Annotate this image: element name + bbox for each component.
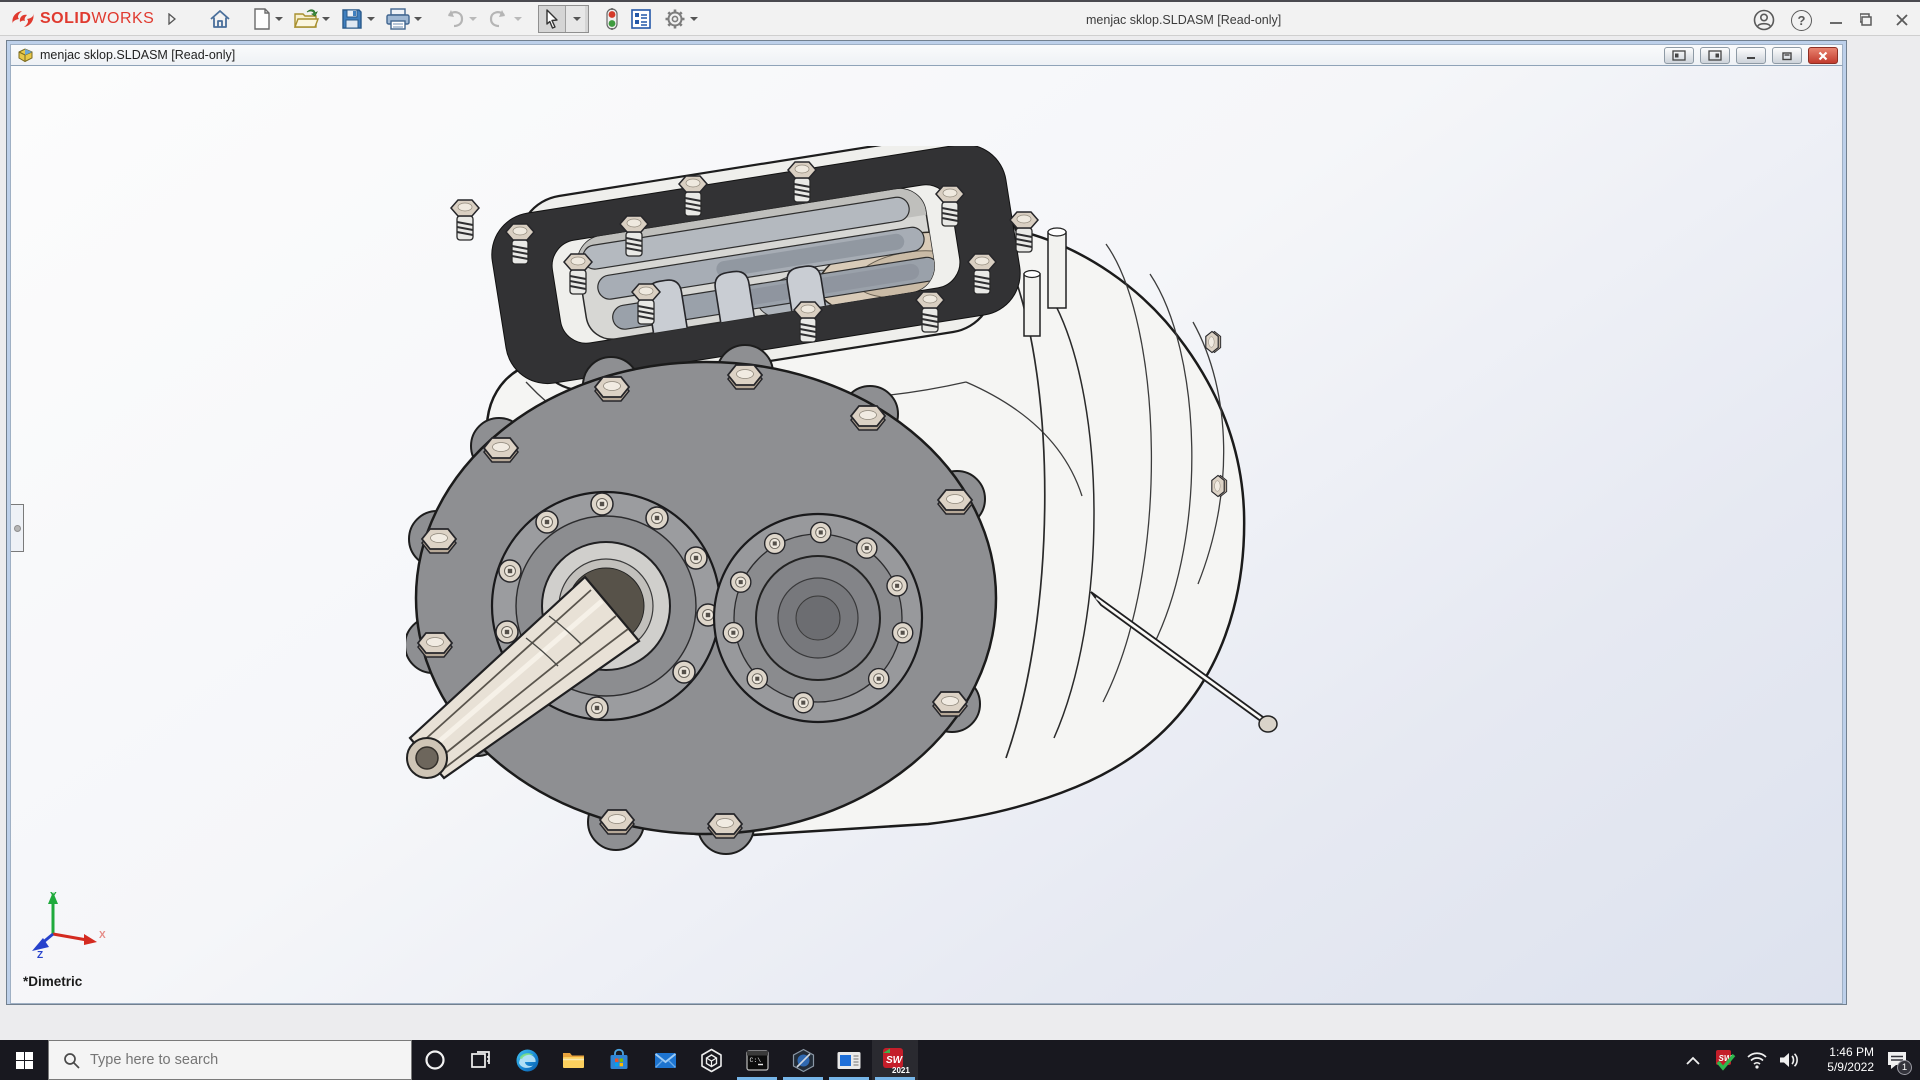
brand-name-light: WORKS [91, 10, 154, 27]
account-icon[interactable] [1753, 9, 1775, 31]
brand-name-bold: SOLID [40, 10, 91, 27]
app-title: menjac sklop.SLDASM [Read-only] [1086, 2, 1281, 38]
graphics-viewport[interactable]: Y X Z *Dimetric [10, 66, 1843, 1004]
triad-y-label: Y [50, 891, 57, 902]
toggle-left-pane-button[interactable] [1664, 47, 1694, 64]
select-tool-button[interactable] [538, 5, 589, 33]
property-form-button[interactable] [625, 5, 657, 33]
menu-flyout-arrow[interactable] [168, 13, 176, 25]
action-center-button[interactable]: 1 [1880, 1040, 1914, 1080]
redo-dropdown[interactable] [514, 17, 522, 21]
undo-dropdown[interactable] [469, 17, 477, 21]
tray-wifi-icon[interactable] [1744, 1040, 1770, 1080]
tray-solidworks-icon[interactable]: SW [1712, 1040, 1738, 1080]
orientation-triad: Y X Z [29, 888, 113, 960]
file-explorer-icon [561, 1048, 586, 1073]
solidworks-brand: SOLIDWORKS [10, 8, 154, 30]
edge-icon [515, 1048, 540, 1073]
search-input[interactable] [90, 1052, 340, 1068]
media-app-icon [836, 1048, 862, 1073]
document-window-buttons [1664, 47, 1838, 64]
solidworks-logo-icon [10, 8, 36, 30]
doc-minimize-button[interactable] [1736, 47, 1766, 64]
new-document-dropdown[interactable] [275, 17, 283, 21]
taskbar-store-button[interactable] [596, 1040, 642, 1080]
task-view-icon [470, 1049, 492, 1071]
help-icon[interactable]: ? [1791, 10, 1812, 31]
taskbar-mail-button[interactable] [642, 1040, 688, 1080]
taskbar-cortana-button[interactable] [412, 1040, 458, 1080]
taskbar-edge-button[interactable] [504, 1040, 550, 1080]
taskbar-media-app-button[interactable] [826, 1040, 872, 1080]
taskbar-task-view-button[interactable] [458, 1040, 504, 1080]
print-button[interactable] [381, 5, 426, 33]
rebuild-button[interactable] [601, 5, 623, 33]
taskbar-solidworks-button[interactable]: SW 2021 [872, 1040, 918, 1080]
document-titlebar[interactable]: menjac sklop.SLDASM [Read-only] [10, 44, 1843, 66]
redo-button[interactable] [483, 5, 526, 33]
system-tray: SW 1:46 PM 5/9/2022 1 [1680, 1040, 1920, 1080]
options-gear-button[interactable] [659, 5, 702, 33]
taskbar-3d-viewer-button[interactable] [688, 1040, 734, 1080]
taskbar-command-prompt-button[interactable]: C:\ [734, 1040, 780, 1080]
doc-close-button[interactable] [1808, 47, 1838, 64]
mail-icon [653, 1048, 678, 1073]
panel-expand-handle [14, 525, 21, 532]
windows-taskbar: C:\ SW 2021 SW 1:46 PM 5/9/2022 [0, 1040, 1920, 1080]
hexagon-app-icon [791, 1048, 816, 1073]
document-title: menjac sklop.SLDASM [Read-only] [40, 48, 235, 62]
select-tool-dropdown[interactable] [565, 6, 585, 32]
taskbar-file-explorer-button[interactable] [550, 1040, 596, 1080]
sw-logo-text: SW [886, 1055, 904, 1066]
save-button[interactable] [336, 5, 379, 33]
app-titlebar: SOLIDWORKS [0, 0, 1920, 36]
gearbox-3d-model [406, 146, 1306, 896]
triad-z-label: Z [37, 950, 43, 960]
brand-name: SOLIDWORKS [40, 10, 154, 28]
open-dropdown[interactable] [322, 17, 330, 21]
close-button[interactable] [1894, 12, 1910, 28]
document-window: menjac sklop.SLDASM [Read-only] [6, 40, 1847, 1005]
options-dropdown[interactable] [690, 17, 698, 21]
clock-time: 1:46 PM [1808, 1045, 1874, 1060]
help-glyph: ? [1798, 13, 1806, 28]
save-dropdown[interactable] [367, 17, 375, 21]
toggle-right-pane-button[interactable] [1700, 47, 1730, 64]
tray-chevron-icon[interactable] [1680, 1040, 1706, 1080]
command-prompt-icon: C:\ [745, 1048, 770, 1073]
doc-restore-button[interactable] [1772, 47, 1802, 64]
new-document-button[interactable] [248, 5, 287, 33]
open-button[interactable] [289, 5, 334, 33]
print-dropdown[interactable] [414, 17, 422, 21]
taskbar-search[interactable] [48, 1040, 412, 1080]
home-button[interactable] [204, 5, 236, 33]
store-icon [607, 1048, 631, 1072]
quick-access-toolbar [204, 5, 702, 33]
cortana-icon [424, 1049, 446, 1071]
search-icon [63, 1052, 80, 1069]
view-orientation-label: *Dimetric [23, 974, 82, 989]
app-window-controls: ? [1753, 2, 1910, 38]
3d-viewer-icon [699, 1048, 724, 1073]
taskbar-hexagon-app-button[interactable] [780, 1040, 826, 1080]
solidworks-taskbar-icon: SW 2021 [880, 1047, 910, 1074]
clock-date: 5/9/2022 [1808, 1060, 1874, 1075]
feature-manager-collapsed-tab[interactable] [11, 504, 24, 552]
tray-volume-icon[interactable] [1776, 1040, 1802, 1080]
minimize-button[interactable] [1828, 12, 1844, 28]
undo-button[interactable] [438, 5, 481, 33]
triad-x-label: X [99, 930, 106, 941]
start-button[interactable] [0, 1040, 48, 1080]
cmd-prompt-text: C:\ [749, 1057, 761, 1064]
notification-count-badge: 1 [1897, 1060, 1912, 1075]
taskbar-clock[interactable]: 1:46 PM 5/9/2022 [1808, 1045, 1874, 1075]
sw-year-text: 2021 [892, 1066, 910, 1074]
restore-button[interactable] [1860, 12, 1878, 28]
assembly-document-icon [17, 47, 34, 63]
